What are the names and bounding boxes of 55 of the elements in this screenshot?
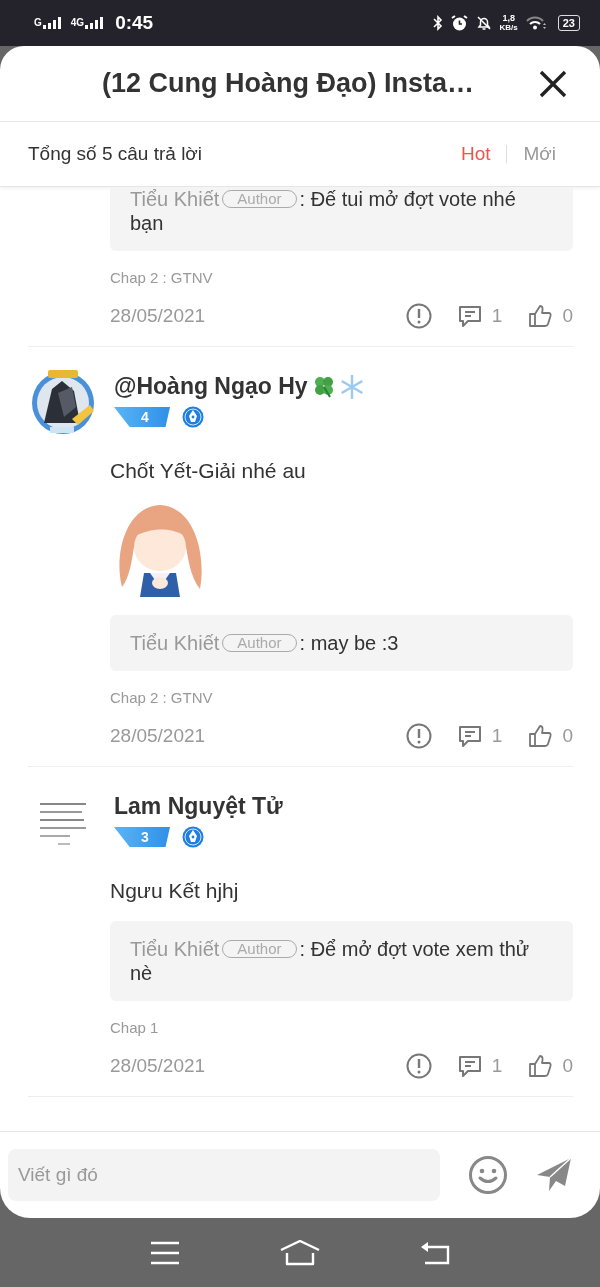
- user-name[interactable]: @Hoàng Ngạo Hy: [114, 373, 308, 400]
- chapter-label: Chap 2 : GTNV: [110, 269, 214, 286]
- like-count: 0: [562, 1055, 573, 1077]
- sort-tab[interactable]: Hot: [460, 143, 491, 165]
- level-badge: 3: [114, 827, 170, 847]
- comment-date: 28/05/2021: [110, 1055, 206, 1077]
- comment-icon[interactable]: [457, 304, 482, 328]
- reply-count: 1: [491, 725, 503, 747]
- speed-unit: KB/s: [499, 23, 518, 32]
- answer-count: Tổng số 5 câu trả lời: [28, 143, 203, 165]
- signal-icon: [85, 17, 106, 29]
- network-label: 4G: [70, 17, 85, 28]
- reply-text: Tiểu Khiết Author : may be :3: [130, 631, 400, 655]
- snowflake-icon: [339, 374, 364, 399]
- menu-icon[interactable]: [150, 1240, 180, 1265]
- thumbs-up-icon[interactable]: [528, 304, 553, 328]
- like-count: 0: [562, 305, 573, 327]
- warning-icon[interactable]: [405, 303, 432, 329]
- network-label: G: [34, 17, 42, 28]
- signal-icon: [42, 17, 63, 29]
- comment-text: Chốt Yết-Giải nhé au: [110, 458, 307, 483]
- bell-off-icon: [475, 15, 492, 31]
- reply-count: 1: [491, 305, 503, 327]
- comment-date: 28/05/2021: [110, 725, 206, 747]
- clock-time: 0:45: [115, 12, 154, 34]
- warning-icon[interactable]: [405, 1053, 432, 1079]
- comment-text: Ngưu Kết hjhj: [110, 878, 240, 903]
- close-icon[interactable]: [538, 68, 568, 99]
- reply-count: 1: [491, 1055, 503, 1077]
- network-speed: 1,8: [502, 14, 515, 23]
- warning-icon[interactable]: [405, 723, 432, 749]
- pen-nib-icon: [182, 406, 204, 428]
- pen-nib-icon: [182, 826, 204, 848]
- chapter-label: Chap 2 : GTNV: [110, 689, 214, 706]
- battery-indicator: 23: [557, 15, 580, 31]
- wifi-icon: [525, 16, 546, 30]
- sheet-title: (12 Cung Hoàng Đạo) Insta…: [102, 68, 475, 99]
- chapter-label: Chap 1: [110, 1019, 160, 1036]
- user-name[interactable]: Lam Nguyệt Tử: [114, 793, 283, 820]
- thumbs-up-icon[interactable]: [528, 1054, 553, 1078]
- bluetooth-icon: [432, 15, 443, 31]
- home-icon[interactable]: [280, 1239, 320, 1266]
- smiley-icon[interactable]: [468, 1155, 508, 1195]
- reply-text: Tiểu Khiết Author : Đế tui mở đợt vote nhé bạn: [130, 187, 517, 235]
- like-count: 0: [562, 725, 573, 747]
- reply-text: Tiểu Khiết Author : Để mở đợt vote xem thử nè: [130, 937, 531, 985]
- send-icon[interactable]: [536, 1157, 572, 1193]
- thumbs-up-icon[interactable]: [528, 724, 553, 748]
- level-badge: 4: [114, 407, 170, 427]
- comment-input[interactable]: Viết gì đó: [8, 1149, 440, 1201]
- back-icon[interactable]: [420, 1240, 450, 1265]
- comment-date: 28/05/2021: [110, 305, 206, 327]
- comment-icon[interactable]: [457, 724, 482, 748]
- alarm-icon: [450, 15, 468, 31]
- comment-icon[interactable]: [457, 1054, 482, 1078]
